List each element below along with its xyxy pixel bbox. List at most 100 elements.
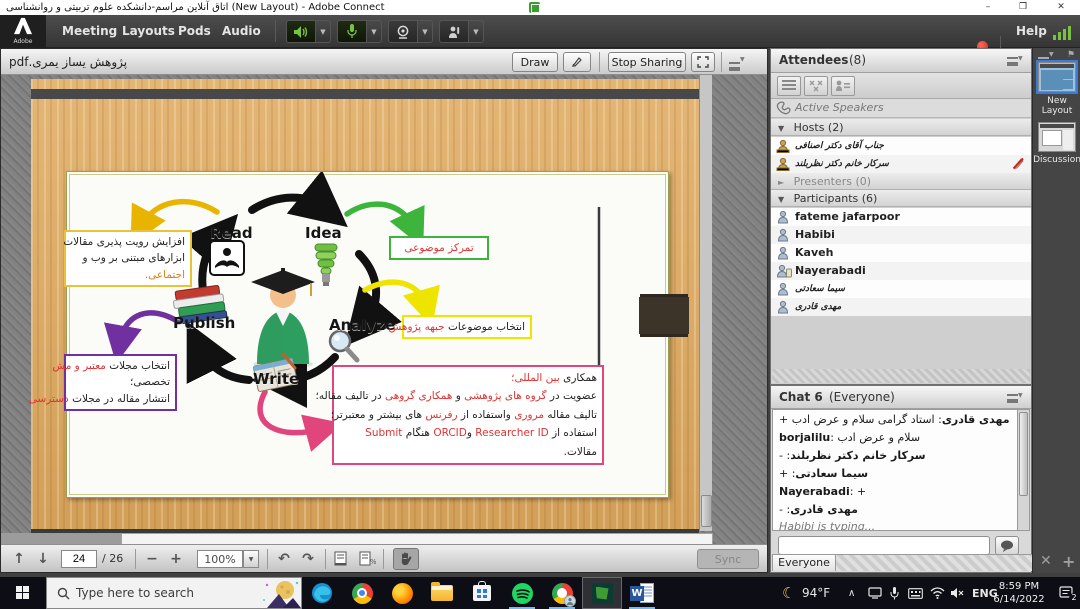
attendees-resize-area[interactable] (772, 369, 1030, 383)
add-layout-icon[interactable]: + (1062, 552, 1075, 571)
tray-volume-muted-icon[interactable] (950, 577, 965, 609)
list-view-button[interactable] (777, 76, 801, 96)
stop-sharing-button[interactable]: Stop Sharing (608, 52, 686, 72)
host-row[interactable]: سرکار خانم دکتر نظربلند (771, 155, 1031, 173)
weather-moon-icon[interactable]: ☾ (782, 577, 795, 609)
pointer-tool-button[interactable] (563, 52, 591, 72)
status-button-group: ▼ (439, 20, 484, 43)
close-button[interactable]: ✕ (1046, 0, 1076, 15)
taskbar-chrome-profile-icon[interactable] (542, 577, 582, 609)
tray-wifi-icon[interactable] (930, 577, 945, 609)
connection-signal-icon[interactable] (1053, 25, 1073, 44)
participant-row[interactable]: مهدی قادری (771, 298, 1031, 316)
taskbar-store-icon[interactable] (462, 577, 502, 609)
zoom-dropdown[interactable]: ▼ (243, 550, 259, 568)
page-number-input[interactable] (61, 550, 97, 568)
minimize-button[interactable]: – (973, 0, 1003, 15)
taskbar-search[interactable]: Type here to search (46, 577, 302, 609)
chat-message: سرکار خانم دکتر نظربلند: - (773, 446, 1017, 464)
participant-row[interactable]: سیما سعادتی (771, 280, 1031, 298)
taskbar-word-icon[interactable]: W (622, 577, 662, 609)
taskbar-adobe-connect-icon[interactable] (582, 577, 622, 609)
weather-temperature[interactable]: 94°F (802, 577, 830, 609)
vertical-scrollbar[interactable] (699, 75, 712, 531)
microphone-button-group: ▼ (337, 20, 382, 43)
close-layout-icon[interactable]: ✕ (1040, 553, 1052, 569)
title-bar: اتاق آنلاین مراسم-دانشکده علوم تربیتی و … (0, 0, 1080, 15)
menu-help[interactable]: Help (1016, 15, 1047, 48)
hand-tool-button[interactable] (393, 548, 419, 570)
tray-chevron-icon[interactable]: ∧ (848, 577, 855, 609)
draw-button[interactable]: Draw (512, 52, 558, 72)
layout-label-new-layout[interactable]: New Layout (1033, 96, 1080, 116)
layout-thumbnail-new-layout[interactable] (1038, 62, 1076, 92)
fit-page-icon[interactable] (333, 551, 348, 571)
start-button[interactable] (0, 577, 46, 609)
chat-scrollbar[interactable] (1017, 409, 1030, 531)
sync-button[interactable]: Sync (697, 549, 759, 569)
redo-icon[interactable]: ↷ (297, 549, 319, 569)
hosts-section-header[interactable]: ▼ Hosts (2) (771, 119, 1031, 136)
analyze-magnifier-icon (325, 328, 361, 368)
tray-touch-keyboard-icon[interactable] (908, 577, 923, 609)
participant-row[interactable]: fateme jafarpoor (771, 208, 1031, 226)
zoom-out-icon[interactable]: − (141, 549, 163, 569)
webcam-icon[interactable] (388, 20, 418, 43)
chat-pod-menu-icon[interactable]: ▼ (1007, 392, 1025, 404)
taskbar-explorer-icon[interactable] (422, 577, 462, 609)
tray-display-icon[interactable] (868, 577, 882, 609)
webcam-dropdown[interactable]: ▼ (418, 20, 433, 43)
taskbar-chrome-icon[interactable] (342, 577, 382, 609)
menu-audio[interactable]: Audio (212, 15, 271, 48)
host-icon (776, 157, 790, 171)
fit-width-icon[interactable]: % (359, 551, 376, 571)
taskbar-spotify-icon[interactable] (502, 577, 542, 609)
status-dropdown[interactable]: ▼ (469, 20, 484, 43)
maximize-button[interactable]: ❐ (1008, 0, 1038, 15)
participant-row[interactable]: Nayerabadi (771, 262, 1031, 280)
layout-label-discussion[interactable]: Discussion (1033, 155, 1080, 165)
tray-microphone-icon[interactable] (890, 577, 899, 609)
speaker-dropdown[interactable]: ▼ (316, 20, 331, 43)
menu-bar: Adobe Meeting Layouts Pods Audio ▼ ▼ ▼ (0, 15, 1080, 48)
presenters-section-header[interactable]: ► Presenters (0) (771, 173, 1031, 190)
taskbar-edge-icon[interactable] (302, 577, 342, 609)
tray-clock[interactable]: 8:59 PM 6/14/2022 (986, 580, 1052, 606)
microphone-icon[interactable] (337, 20, 367, 43)
textbox-journals: انتخاب مجلات معتبر و مش تخصصی؛ انتشار مق… (64, 354, 177, 411)
chat-scrollbar-thumb[interactable] (1019, 412, 1028, 496)
chat-scope: (Everyone) (829, 390, 895, 404)
chat-input[interactable] (778, 536, 990, 555)
participant-row[interactable]: Habibi (771, 226, 1031, 244)
fullscreen-button[interactable] (691, 52, 715, 72)
layout-bar-pin-icon[interactable]: ⚑ (1067, 50, 1075, 60)
attendees-pod-menu-icon[interactable]: ▼ (1007, 55, 1025, 67)
chat-message: Nayerabadi: + (773, 482, 1017, 500)
notification-center-icon[interactable]: 2 (1059, 585, 1076, 600)
host-row[interactable]: جناب آقای دکتر اصنافی (771, 137, 1031, 155)
vertical-scrollbar-thumb[interactable] (701, 495, 712, 527)
textbox-research-front: انتخاب موضوعات جبهه پژوهش (402, 315, 532, 339)
zoom-in-icon[interactable]: + (165, 549, 187, 569)
taskbar-firefox-icon[interactable] (382, 577, 422, 609)
page-up-icon[interactable]: ↑ (9, 549, 29, 569)
layout-thumbnail-discussion[interactable] (1038, 122, 1076, 152)
page-down-icon[interactable]: ↓ (33, 549, 53, 569)
share-pod-menu-icon[interactable]: ▼ (729, 56, 745, 75)
attendees-count: (8) (849, 53, 866, 67)
participant-row[interactable]: Kaveh (771, 244, 1031, 262)
attendees-header: Attendees (8) ▼ (771, 49, 1031, 73)
breakout-view-button[interactable] (804, 76, 828, 96)
participants-section-header[interactable]: ▼ Participants (6) (771, 190, 1031, 207)
microphone-dropdown[interactable]: ▼ (367, 20, 382, 43)
slide-background: Read Idea Analyze Write (31, 79, 699, 539)
send-message-button[interactable] (995, 536, 1019, 555)
participant-name: Kaveh (795, 244, 833, 262)
speaker-icon[interactable] (286, 20, 316, 43)
undo-icon[interactable]: ↶ (273, 549, 295, 569)
textbox-collaboration: همکاری بین المللی؛ عضویت در گروه های پژو… (332, 365, 604, 465)
chat-tab-everyone[interactable]: Everyone (772, 554, 836, 571)
raise-hand-icon[interactable] (439, 20, 469, 43)
textbox-visibility: افزایش رویت پذیری مقالات ابزارهای مبتنی … (64, 230, 192, 287)
status-view-button[interactable] (831, 76, 855, 96)
